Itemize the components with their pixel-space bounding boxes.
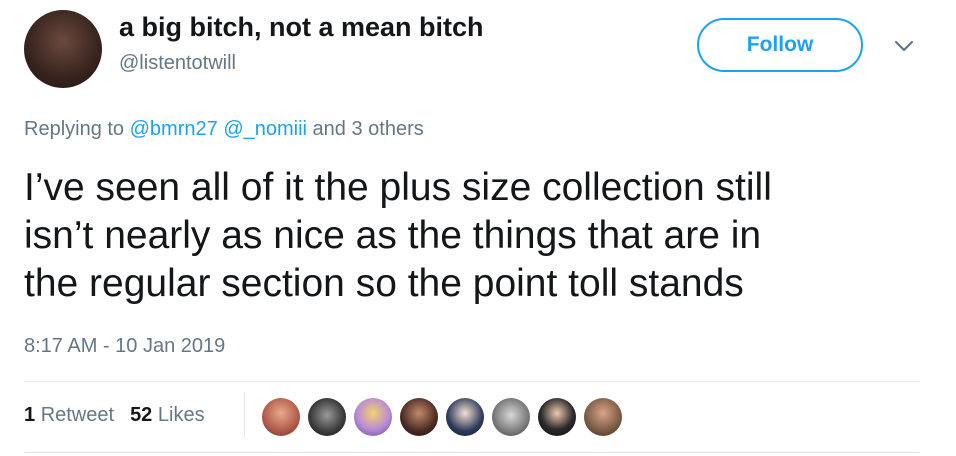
reply-suffix[interactable]: and 3 others xyxy=(313,118,424,140)
retweets-count: 1 xyxy=(24,404,36,426)
divider-bottom xyxy=(24,452,920,453)
retweets-label: Retweet xyxy=(40,404,115,426)
liker-avatar[interactable] xyxy=(354,398,392,436)
author-display-name[interactable]: a big bitch, not a mean bitch xyxy=(119,12,484,43)
tweet-timestamp[interactable]: 8:17 AM - 10 Jan 2019 xyxy=(24,335,225,358)
mention-link-nomiii[interactable]: @_nomiii xyxy=(223,118,307,140)
reply-prefix: Replying to xyxy=(24,118,125,140)
liker-avatar[interactable] xyxy=(400,398,438,436)
author-handle[interactable]: @listentotwill xyxy=(119,52,236,75)
likes-stat[interactable]: 52 Likes xyxy=(130,404,205,427)
tweet-stats: 1 Retweet 52 Likes xyxy=(24,404,205,427)
tweet-text-line: I’ve seen all of it the plus size collec… xyxy=(24,166,772,209)
likers-avatars xyxy=(262,398,622,436)
likes-count: 52 xyxy=(130,404,153,426)
liker-avatar[interactable] xyxy=(538,398,576,436)
liker-avatar[interactable] xyxy=(446,398,484,436)
retweets-stat[interactable]: 1 Retweet xyxy=(24,404,114,427)
reply-context: Replying to @bmrn27 @_nomiii and 3 other… xyxy=(24,118,424,141)
chevron-down-icon[interactable] xyxy=(892,36,916,56)
liker-avatar[interactable] xyxy=(262,398,300,436)
liker-avatar[interactable] xyxy=(308,398,346,436)
stats-separator xyxy=(244,392,245,438)
author-avatar[interactable] xyxy=(24,10,102,88)
divider-top xyxy=(24,381,920,382)
follow-button[interactable]: Follow xyxy=(697,18,863,72)
tweet-text-line: the regular section so the point toll st… xyxy=(24,262,744,305)
tweet-text-line: isn’t nearly as nice as the things that … xyxy=(24,214,762,257)
liker-avatar[interactable] xyxy=(584,398,622,436)
likes-label: Likes xyxy=(157,404,205,426)
liker-avatar[interactable] xyxy=(492,398,530,436)
mention-link-bmrn27[interactable]: @bmrn27 xyxy=(130,118,218,140)
tweet-text: I’ve seen all of it the plus size collec… xyxy=(24,164,924,308)
